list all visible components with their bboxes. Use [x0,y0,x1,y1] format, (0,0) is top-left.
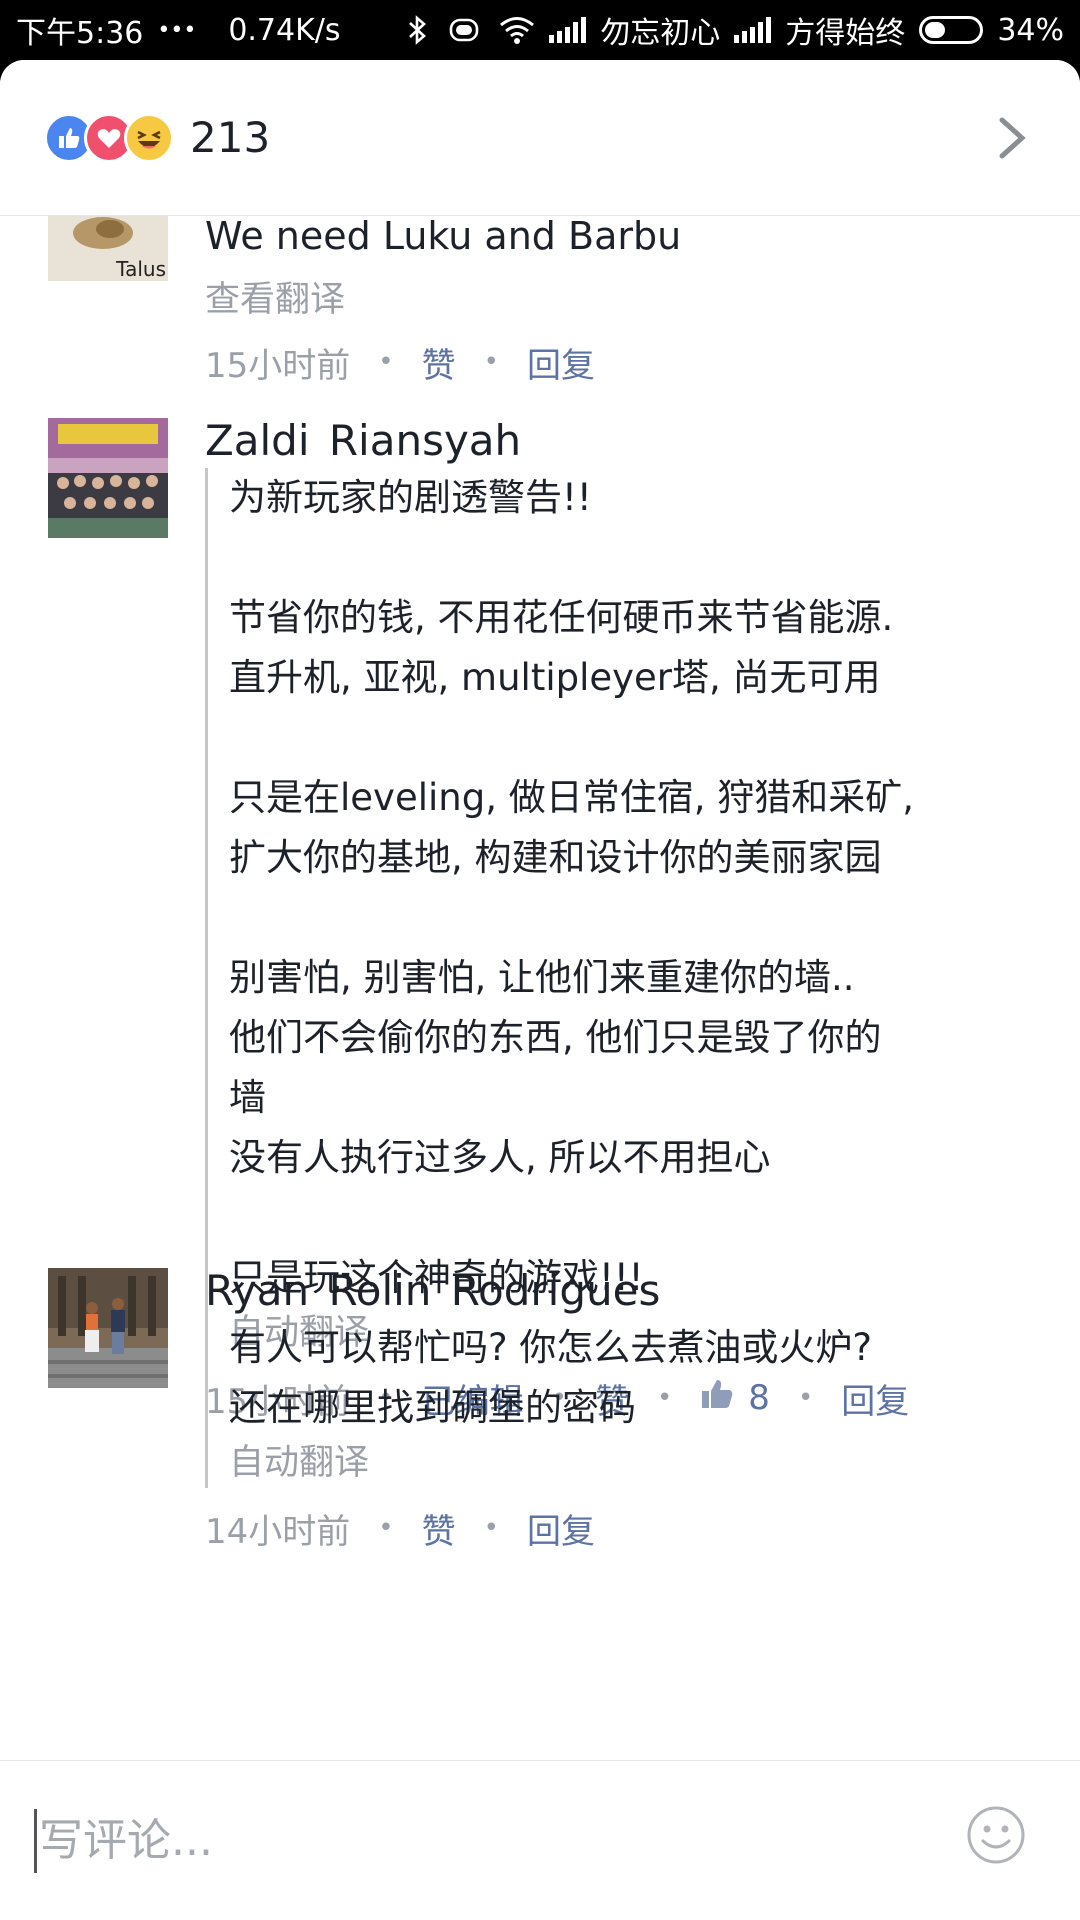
separator-dot: • [378,1513,394,1543]
smiley-icon[interactable] [966,1805,1026,1865]
signal-icon-1 [549,17,587,43]
separator-dot: • [378,347,394,377]
battery-percent: 34% [997,12,1064,48]
avatar[interactable] [48,418,168,538]
comments-list[interactable]: Talus We need Luku and Barbu 查看翻译 15小时前 … [0,216,1080,1760]
vibrate-icon [443,16,485,44]
wifi-icon [499,16,535,44]
text-cursor [34,1808,37,1873]
comment-composer [0,1760,1080,1920]
signal-icon-2 [734,17,772,43]
bluetooth-icon [407,15,429,45]
battery-icon [919,16,984,44]
comment-text: We need Luku and Barbu [205,216,682,258]
status-net-speed: 0.74K/s [228,12,341,48]
like-button[interactable]: 赞 [422,338,456,387]
comment-text: 有人可以帮忙吗? 你怎么去煮油或火炉? 还在哪里找到碉堡的密码 [229,1326,873,1429]
status-bar: 下午5:36 ••• 0.74K/s 勿忘初心 方得始终 34% [0,0,1080,60]
see-translation-link[interactable]: 查看翻译 [205,270,1040,330]
separator-dot: • [483,1513,499,1543]
status-more-dots: ••• [157,17,197,43]
status-time: 下午5:36 [16,16,144,51]
comment-bubble: 为新玩家的剧透警告!! 节省你的钱, 不用花任何硬币来节省能源. 直升机, 亚视… [205,468,1040,1358]
comment-input[interactable] [39,1815,919,1866]
comment-time: 15小时前 [205,345,351,386]
comment-meta: 14小时前 • 赞 • 回复 [205,1498,1040,1558]
comment-author[interactable]: Zaldi Riansyah [205,416,1040,466]
reaction-count: 213 [190,113,271,162]
comment-text: 为新玩家的剧透警告!! 节省你的钱, 不用花任何硬币来节省能源. 直升机, 亚视… [229,476,915,1299]
separator-dot: • [483,347,499,377]
avatar[interactable]: Talus [48,216,168,281]
comment-meta: 15小时前 • 赞 • 回复 [205,332,1040,392]
comment-author[interactable]: Ryan Rolin Rodrigues [205,1266,1040,1316]
reply-button[interactable]: 回复 [527,338,595,387]
reply-button[interactable]: 回复 [527,1504,595,1553]
auto-translate-label[interactable]: 自动翻译 [229,1438,1040,1488]
carrier-1: 勿忘初心 [600,16,721,51]
like-button[interactable]: 赞 [422,1504,456,1553]
chevron-right-icon[interactable] [992,116,1032,160]
haha-icon [124,112,174,163]
comment-bubble: 有人可以帮忙吗? 你怎么去煮油或火炉? 还在哪里找到碉堡的密码 自动翻译 [205,1318,1040,1488]
avatar[interactable] [48,1268,168,1388]
comment-time: 14小时前 [205,1511,351,1552]
reactions-summary[interactable]: 213 [0,60,1080,216]
comments-sheet: 213 Talus We need Luku and Barbu 查看翻译 15… [0,60,1080,1920]
avatar-caption: Talus [116,257,166,281]
carrier-2: 方得始终 [785,16,906,51]
